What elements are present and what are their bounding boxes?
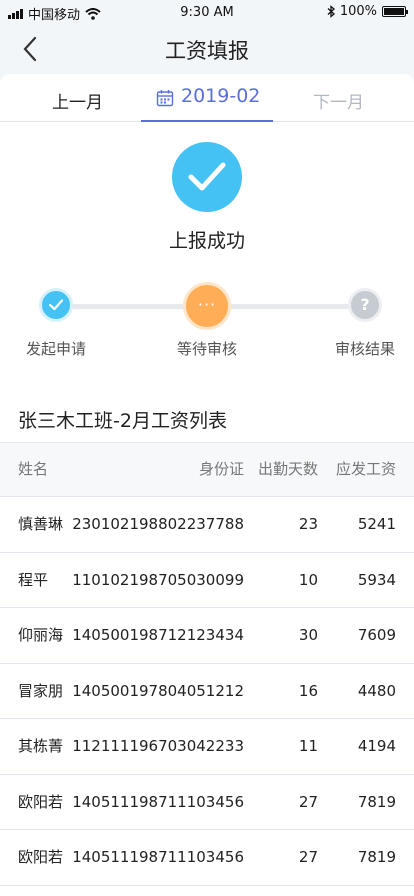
step-done-icon — [39, 288, 73, 322]
cell-pay: 7609 — [357, 626, 396, 644]
table-row[interactable]: 冒家朋 140500197804051212 16 4480 — [0, 664, 414, 719]
status-right: 100% — [327, 4, 408, 19]
page-title: 工资填报 — [165, 39, 249, 63]
cell-id: 140500197804051212 — [72, 681, 244, 700]
cell-name: 冒家朋 — [18, 681, 64, 700]
table-row[interactable]: 其栋菁 112111196703042233 11 4194 — [0, 719, 414, 775]
cell-id: 230102198802237788 — [72, 515, 244, 533]
cell-id: 112111196703042233 — [72, 737, 244, 755]
step-pending-icon: ? — [348, 288, 382, 322]
cell-pay: 5934 — [357, 570, 396, 589]
table-row[interactable]: 仰丽海 140500198712123434 30 7609 — [0, 608, 414, 664]
cell-pay: 4194 — [357, 737, 396, 755]
cell-id: 140500198712123434 — [72, 626, 244, 644]
cell-name: 欧阳若 — [18, 848, 64, 866]
cell-id: 110102198705030099 — [72, 570, 244, 589]
cell-pay: 7819 — [357, 848, 396, 866]
cell-days: 11 — [298, 737, 318, 755]
table-row[interactable]: 慎善琳 230102198802237788 23 5241 — [0, 497, 414, 553]
table-body: 慎善琳 230102198802237788 23 5241 程平 110102… — [0, 497, 414, 886]
cell-days: 16 — [298, 681, 318, 700]
step-waiting-symbol: ··· — [197, 295, 217, 314]
month-selector: 上一月 2019-02 下一月 — [0, 74, 414, 123]
cell-days: 27 — [298, 792, 318, 811]
bluetooth-icon — [327, 5, 335, 18]
table-header: 姓名 身份证 出勤天数 应发工资 — [0, 442, 414, 497]
step-waiting-icon: ··· — [183, 282, 231, 330]
wage-list-card: 张三木工班-2月工资列表 姓名 身份证 出勤天数 应发工资 慎善琳 230102… — [0, 386, 414, 896]
table-row[interactable]: 程平 110102198705030099 10 5934 — [0, 553, 414, 608]
table-row[interactable]: 欧阳若 140511198711103456 27 7819 — [0, 830, 414, 886]
column-header-days: 出勤天数 — [257, 460, 318, 478]
nav-bar: 工资填报 — [0, 24, 414, 74]
step-pending-symbol: ? — [360, 295, 370, 314]
cell-days: 30 — [298, 626, 318, 644]
prev-month-button[interactable]: 上一月 — [52, 88, 103, 113]
cell-name: 慎善琳 — [18, 515, 64, 533]
cell-days: 27 — [298, 848, 318, 866]
next-month-button[interactable]: 下一月 — [313, 88, 364, 113]
cell-name: 其栋菁 — [18, 737, 64, 755]
status-bar: 中国移动 9:30 AM 100% — [0, 0, 414, 24]
cell-days: 10 — [298, 570, 318, 589]
step-label-waiting: 等待审核 — [177, 340, 238, 358]
step-label-apply: 发起申请 — [26, 340, 87, 358]
battery-icon — [382, 6, 408, 17]
cell-pay: 7819 — [357, 792, 396, 811]
battery-percent: 100% — [339, 4, 377, 19]
cell-name: 程平 — [18, 570, 49, 589]
table-row[interactable]: 欧阳若 140511198711103456 27 7819 — [0, 775, 414, 830]
cell-pay: 4480 — [357, 681, 396, 700]
current-month-label: 2019-02 — [181, 85, 261, 107]
calendar-icon — [156, 90, 174, 107]
column-header-pay: 应发工资 — [335, 460, 396, 478]
cell-id: 140511198711103456 — [72, 792, 244, 811]
cell-name: 仰丽海 — [18, 626, 64, 644]
result-card: 上报成功 ··· ? 发起申请 等待审核 审核结果 — [0, 122, 414, 386]
wage-list-title: 张三木工班-2月工资列表 — [18, 410, 227, 432]
check-circle-icon — [172, 142, 242, 212]
cell-days: 23 — [298, 515, 318, 533]
cell-pay: 5241 — [357, 515, 396, 533]
current-month-tab[interactable]: 2019-02 — [141, 74, 273, 123]
step-label-result: 审核结果 — [335, 340, 396, 358]
result-status-text: 上报成功 — [168, 230, 245, 252]
cell-name: 欧阳若 — [18, 792, 64, 811]
cell-id: 140511198711103456 — [72, 848, 244, 866]
column-header-name: 姓名 — [18, 460, 49, 478]
column-header-id: 身份证 — [198, 460, 244, 478]
